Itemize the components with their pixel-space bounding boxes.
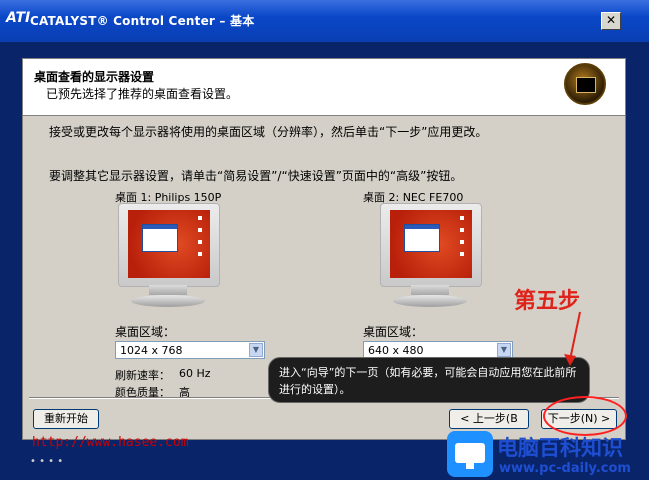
ati-badge-icon	[564, 63, 606, 105]
watermark-title: 电脑百科知识	[497, 436, 623, 460]
resize-grip[interactable]: • • • •	[30, 456, 63, 467]
desktop-area-2-label: 桌面区域：	[363, 325, 424, 339]
close-button[interactable]: ✕	[601, 12, 621, 30]
monitor-1-icon	[113, 203, 223, 313]
watermark: 电脑百科知识 www.pc-daily.com	[447, 431, 649, 480]
ati-logo: ATI	[6, 10, 31, 26]
refresh-rate-value: 60 Hz	[179, 367, 211, 380]
annotation-arrow	[564, 311, 581, 366]
desktop-area-2-value: 640 x 480	[368, 344, 424, 357]
instruction-text-2: 要调整其它显示器设置，请单击“简易设置”/“快速设置”页面中的“高级”按钮。	[49, 169, 463, 183]
next-tooltip: 进入“向导”的下一页（如有必要，可能会自动应用您在此前所进行的设置）。	[268, 357, 590, 403]
instruction-text-1: 接受或更改每个显示器将使用的桌面区域（分辨率），然后单击“下一步”应用更改。	[49, 125, 488, 139]
window-title: CATALYST® Control Center – 基本	[30, 14, 255, 28]
back-button[interactable]: < 上一步(B	[449, 409, 529, 429]
monitor-logo-icon	[447, 431, 493, 477]
chevron-down-icon[interactable]: ▼	[249, 343, 263, 357]
monitor-2-icon	[375, 203, 485, 313]
page-title: 桌面查看的显示器设置	[34, 70, 155, 84]
desktop-area-1-label: 桌面区域：	[115, 325, 176, 339]
app-window: ATI CATALYST® Control Center – 基本 ✕ 桌面查看…	[0, 0, 649, 480]
source-url: http://www.hasee.com	[32, 435, 189, 450]
watermark-url: www.pc-daily.com	[499, 461, 631, 476]
wizard-header: 桌面查看的显示器设置 已预先选择了推荐的桌面查看设置。	[23, 59, 625, 116]
page-subtitle: 已预先选择了推荐的桌面查看设置。	[46, 87, 239, 101]
highlight-circle	[543, 396, 627, 436]
chevron-down-icon[interactable]: ▼	[497, 343, 511, 357]
desktop-area-1-value: 1024 x 768	[120, 344, 183, 357]
desktop-area-1-select[interactable]: 1024 x 768 ▼	[115, 341, 265, 359]
refresh-rate-label: 刷新速率：	[115, 369, 170, 382]
title-bar[interactable]: ATI CATALYST® Control Center – 基本 ✕	[0, 0, 649, 42]
restart-button[interactable]: 重新开始	[33, 409, 99, 429]
